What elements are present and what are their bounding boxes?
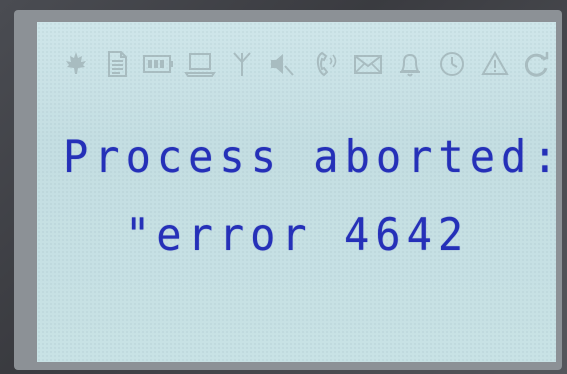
clock-icon	[435, 44, 469, 84]
phone-icon	[309, 44, 343, 84]
laptop-icon	[183, 44, 217, 84]
refresh-icon	[519, 44, 553, 84]
maple-leaf-icon	[59, 44, 93, 84]
lcd-screen: Process aborted: "error 4642	[37, 22, 556, 362]
antenna-icon	[225, 44, 259, 84]
battery-icon	[141, 44, 175, 84]
message-line-2: "error 4642	[125, 208, 470, 261]
warning-icon	[478, 44, 512, 84]
envelope-icon	[351, 44, 385, 84]
status-bar	[59, 44, 554, 84]
device-housing: Process aborted: "error 4642	[0, 0, 567, 374]
bell-icon	[393, 44, 427, 84]
speaker-muted-icon	[265, 44, 299, 84]
document-icon	[100, 44, 134, 84]
message-line-1: Process aborted:	[63, 130, 556, 183]
